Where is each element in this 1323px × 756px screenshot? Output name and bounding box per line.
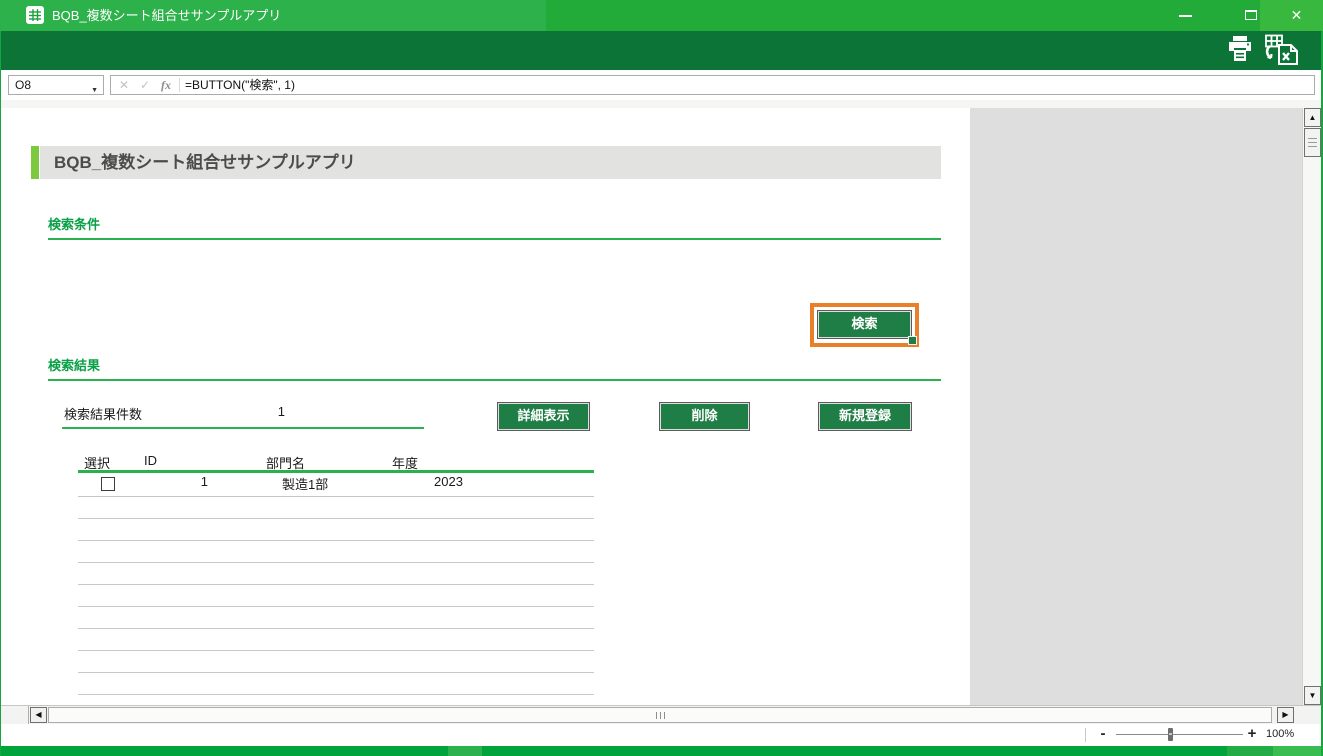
chevron-down-icon[interactable]: ▼ bbox=[91, 82, 98, 100]
cell-year: 2023 bbox=[434, 474, 463, 489]
spreadsheet-app-icon bbox=[26, 6, 44, 24]
scroll-thumb-grip bbox=[656, 712, 666, 719]
zoom-out-button[interactable]: - bbox=[1095, 725, 1111, 743]
empty-row-line bbox=[78, 650, 594, 651]
status-bar-segment bbox=[1227, 746, 1273, 756]
scroll-up-button[interactable]: ▲ bbox=[1304, 108, 1321, 127]
zoom-level: 100% bbox=[1266, 728, 1294, 740]
close-icon: ✕ bbox=[1274, 0, 1319, 31]
cell-name-box[interactable]: O8 ▼ bbox=[8, 75, 104, 95]
cell-reference: O8 bbox=[15, 78, 31, 92]
maximize-button[interactable] bbox=[1228, 0, 1273, 31]
scroll-down-button[interactable]: ▼ bbox=[1304, 686, 1321, 705]
scrollbar-corner bbox=[2, 706, 29, 725]
cell-department: 製造1部 bbox=[282, 474, 328, 493]
excel-export-button[interactable] bbox=[1262, 34, 1306, 67]
triangle-up-icon: ▲ bbox=[1309, 113, 1317, 122]
status-bar-segment bbox=[448, 746, 482, 756]
empty-row-line bbox=[78, 694, 594, 695]
status-bar bbox=[0, 746, 1323, 756]
table-header-rule bbox=[78, 470, 594, 473]
toolbar bbox=[0, 31, 1323, 70]
status-bar-segment bbox=[1273, 746, 1323, 756]
horizontal-scrollbar[interactable]: ◀ ▶ bbox=[0, 705, 1323, 724]
triangle-right-icon: ▶ bbox=[1282, 710, 1288, 719]
bottom-bar-divider bbox=[1085, 728, 1086, 742]
close-button[interactable]: ✕ bbox=[1274, 0, 1319, 31]
results-table: 選択 ID 部門名 年度 1 製造1部 2023 bbox=[2, 108, 970, 705]
triangle-left-icon: ◀ bbox=[35, 710, 41, 719]
empty-row-line bbox=[78, 628, 594, 629]
vertical-scrollbar[interactable]: ▲ ▼ bbox=[1302, 108, 1321, 705]
empty-row-line bbox=[78, 606, 594, 607]
cell-id: 1 bbox=[152, 474, 208, 489]
minimize-button[interactable] bbox=[1163, 0, 1208, 31]
vertical-scroll-thumb[interactable] bbox=[1304, 128, 1321, 157]
column-header-id: ID bbox=[144, 453, 157, 468]
formula-text: =BUTTON("検索", 1) bbox=[185, 76, 295, 94]
zoom-slider[interactable] bbox=[1116, 734, 1243, 735]
table-row-divider bbox=[78, 496, 594, 497]
formula-confirm-icon[interactable]: ✓ bbox=[136, 76, 154, 94]
page-canvas: BQB_複数シート組合せサンプルアプリ 検索条件 検索 検索結果 検索結果件数 … bbox=[2, 108, 970, 705]
empty-row-line bbox=[78, 540, 594, 541]
fx-icon[interactable]: fx bbox=[157, 76, 175, 94]
content-viewport: BQB_複数シート組合せサンプルアプリ 検索条件 検索 検索結果 検索結果件数 … bbox=[0, 108, 1323, 705]
triangle-down-icon: ▼ bbox=[1309, 691, 1317, 700]
window-title: BQB_複数シート組合せサンプルアプリ bbox=[52, 0, 281, 31]
formula-bar: O8 ▼ ✕ ✓ fx =BUTTON("検索", 1) bbox=[0, 70, 1323, 100]
window-border-left bbox=[0, 31, 1, 756]
side-panel bbox=[970, 108, 1302, 705]
print-icon bbox=[1224, 34, 1256, 64]
excel-export-icon bbox=[1262, 34, 1302, 66]
title-bar: BQB_複数シート組合せサンプルアプリ ✕ bbox=[0, 0, 1323, 31]
formula-cancel-icon[interactable]: ✕ bbox=[115, 76, 133, 94]
bottom-bar: - + 100% bbox=[0, 724, 1323, 746]
empty-row-line bbox=[78, 518, 594, 519]
formula-input[interactable]: ✕ ✓ fx =BUTTON("検索", 1) bbox=[110, 75, 1315, 95]
zoom-in-button[interactable]: + bbox=[1244, 725, 1260, 743]
empty-row-line bbox=[78, 584, 594, 585]
scroll-left-button[interactable]: ◀ bbox=[30, 707, 47, 723]
empty-row-line bbox=[78, 562, 594, 563]
maximize-icon bbox=[1245, 10, 1257, 20]
print-button[interactable] bbox=[1224, 34, 1260, 67]
formula-gap-strip bbox=[0, 100, 1323, 108]
app-window: BQB_複数シート組合せサンプルアプリ ✕ bbox=[0, 0, 1323, 756]
empty-row-line bbox=[78, 672, 594, 673]
row-checkbox[interactable] bbox=[101, 477, 115, 491]
formula-separator bbox=[179, 78, 180, 92]
scroll-right-button[interactable]: ▶ bbox=[1277, 707, 1294, 723]
minimize-icon bbox=[1179, 15, 1192, 17]
zoom-slider-handle[interactable] bbox=[1168, 728, 1173, 741]
